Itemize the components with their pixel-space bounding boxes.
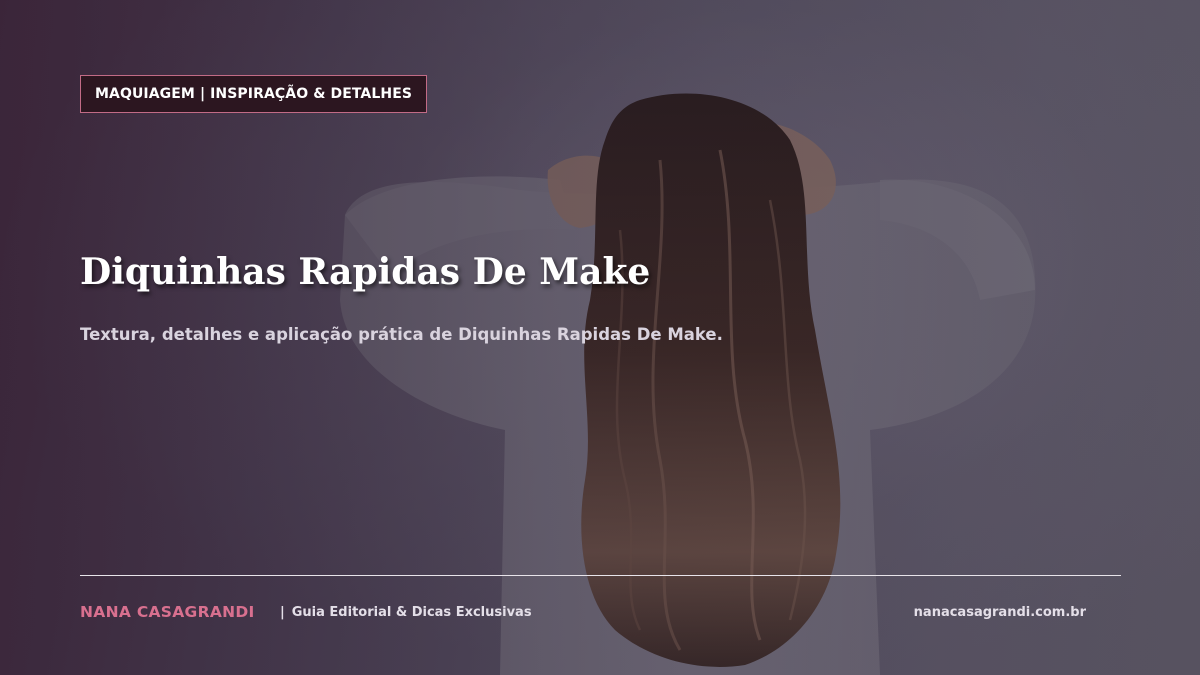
brand-name[interactable]: NANA CASAGRANDI xyxy=(80,602,255,622)
footer-divider xyxy=(80,575,1121,576)
hero-banner: MAQUIAGEM | INSPIRAÇÃO & DETALHES Diquin… xyxy=(0,0,1200,675)
site-url[interactable]: nanacasagrandi.com.br xyxy=(914,604,1086,622)
tagline-text: Guia Editorial & Dicas Exclusivas xyxy=(291,605,532,620)
tagline-separator: | xyxy=(280,605,285,620)
category-tag[interactable]: MAQUIAGEM | INSPIRAÇÃO & DETALHES xyxy=(80,75,428,113)
brand-tagline: | Guia Editorial & Dicas Exclusivas xyxy=(280,604,532,622)
article-subtitle: Textura, detalhes e aplicação prática de… xyxy=(80,325,723,344)
article-title: Diquinhas Rapidas De Make xyxy=(80,251,651,293)
category-tag-label: MAQUIAGEM | INSPIRAÇÃO & DETALHES xyxy=(95,86,413,102)
